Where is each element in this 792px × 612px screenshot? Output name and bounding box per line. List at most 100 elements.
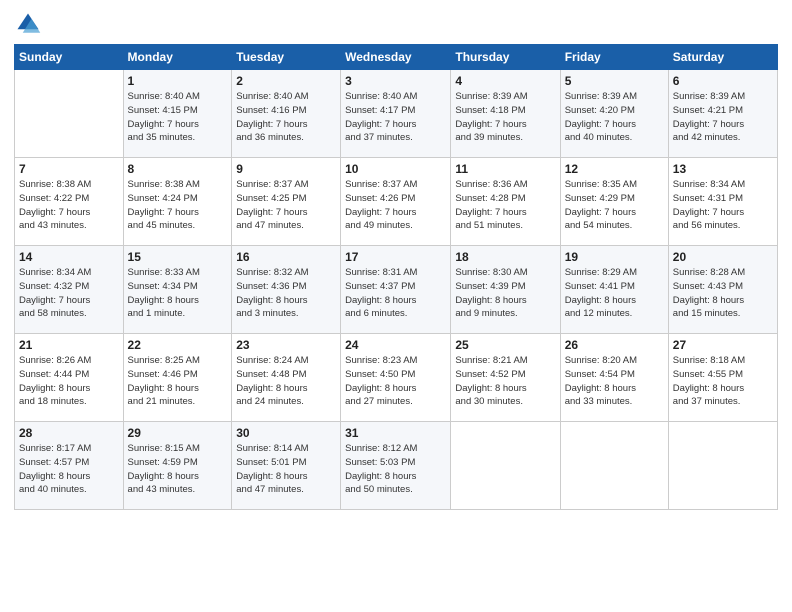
day-cell: 13 Sunrise: 8:34 AMSunset: 4:31 PMDayligh… [668,158,777,246]
day-info: Sunrise: 8:37 AMSunset: 4:26 PMDaylight:… [345,178,446,233]
day-number: 14 [19,250,119,264]
day-cell: 2 Sunrise: 8:40 AMSunset: 4:16 PMDaylight… [232,70,341,158]
day-number: 26 [565,338,664,352]
header [14,10,778,38]
header-cell-friday: Friday [560,45,668,70]
week-row-3: 21Sunrise: 8:26 AMSunset: 4:44 PMDayligh… [15,334,778,422]
day-info: Sunrise: 8:18 AMSunset: 4:55 PMDaylight:… [673,354,773,409]
day-cell: 18Sunrise: 8:30 AMSunset: 4:39 PMDayligh… [451,246,560,334]
day-info: Sunrise: 8:34 AMSunset: 4:31 PMDaylight:… [673,178,773,233]
day-cell [560,422,668,510]
day-info: Sunrise: 8:25 AMSunset: 4:46 PMDaylight:… [128,354,228,409]
day-number: 3 [345,74,446,88]
day-cell: 16 Sunrise: 8:32 AMSunset: 4:36 PMDayligh… [232,246,341,334]
day-info: Sunrise: 8:21 AMSunset: 4:52 PMDaylight:… [455,354,555,409]
day-info: Sunrise: 8:36 AMSunset: 4:28 PMDaylight:… [455,178,555,233]
day-number: 13 [673,162,773,176]
day-number: 10 [345,162,446,176]
day-cell: 6 Sunrise: 8:39 AMSunset: 4:21 PMDaylight… [668,70,777,158]
day-info: Sunrise: 8:14 AMSunset: 5:01 PMDaylight:… [236,442,336,497]
day-cell: 15 Sunrise: 8:33 AMSunset: 4:34 PMDayligh… [123,246,232,334]
day-number: 31 [345,426,446,440]
week-row-1: 7 Sunrise: 8:38 AMSunset: 4:22 PMDaylight… [15,158,778,246]
day-number: 16 [236,250,336,264]
day-cell: 11 Sunrise: 8:36 AMSunset: 4:28 PMDayligh… [451,158,560,246]
day-cell: 19 Sunrise: 8:29 AMSunset: 4:41 PMDayligh… [560,246,668,334]
day-number: 20 [673,250,773,264]
week-row-0: 1 Sunrise: 8:40 AMSunset: 4:15 PMDaylight… [15,70,778,158]
header-cell-wednesday: Wednesday [341,45,451,70]
header-cell-saturday: Saturday [668,45,777,70]
day-info: Sunrise: 8:39 AMSunset: 4:18 PMDaylight:… [455,90,555,145]
day-cell: 9Sunrise: 8:37 AMSunset: 4:25 PMDaylight… [232,158,341,246]
day-cell: 7 Sunrise: 8:38 AMSunset: 4:22 PMDaylight… [15,158,124,246]
day-info: Sunrise: 8:33 AMSunset: 4:34 PMDaylight:… [128,266,228,321]
day-number: 1 [128,74,228,88]
week-row-4: 28 Sunrise: 8:17 AMSunset: 4:57 PMDayligh… [15,422,778,510]
day-info: Sunrise: 8:12 AMSunset: 5:03 PMDaylight:… [345,442,446,497]
day-number: 17 [345,250,446,264]
day-number: 5 [565,74,664,88]
day-number: 28 [19,426,119,440]
day-number: 4 [455,74,555,88]
day-cell: 27 Sunrise: 8:18 AMSunset: 4:55 PMDayligh… [668,334,777,422]
day-number: 24 [345,338,446,352]
day-cell [451,422,560,510]
day-cell: 29Sunrise: 8:15 AMSunset: 4:59 PMDayligh… [123,422,232,510]
day-cell: 17 Sunrise: 8:31 AMSunset: 4:37 PMDayligh… [341,246,451,334]
logo [14,10,46,38]
day-cell [15,70,124,158]
day-number: 27 [673,338,773,352]
day-number: 25 [455,338,555,352]
day-number: 12 [565,162,664,176]
day-info: Sunrise: 8:40 AMSunset: 4:17 PMDaylight:… [345,90,446,145]
day-cell: 26Sunrise: 8:20 AMSunset: 4:54 PMDayligh… [560,334,668,422]
day-info: Sunrise: 8:31 AMSunset: 4:37 PMDaylight:… [345,266,446,321]
day-number: 8 [128,162,228,176]
day-number: 30 [236,426,336,440]
day-info: Sunrise: 8:30 AMSunset: 4:39 PMDaylight:… [455,266,555,321]
day-number: 2 [236,74,336,88]
day-info: Sunrise: 8:40 AMSunset: 4:16 PMDaylight:… [236,90,336,145]
day-number: 23 [236,338,336,352]
day-cell: 10 Sunrise: 8:37 AMSunset: 4:26 PMDayligh… [341,158,451,246]
day-number: 11 [455,162,555,176]
header-cell-monday: Monday [123,45,232,70]
day-info: Sunrise: 8:24 AMSunset: 4:48 PMDaylight:… [236,354,336,409]
day-cell: 22Sunrise: 8:25 AMSunset: 4:46 PMDayligh… [123,334,232,422]
day-cell: 23 Sunrise: 8:24 AMSunset: 4:48 PMDayligh… [232,334,341,422]
week-row-2: 14 Sunrise: 8:34 AMSunset: 4:32 PMDayligh… [15,246,778,334]
day-info: Sunrise: 8:15 AMSunset: 4:59 PMDaylight:… [128,442,228,497]
day-number: 21 [19,338,119,352]
day-number: 19 [565,250,664,264]
day-cell: 4 Sunrise: 8:39 AMSunset: 4:18 PMDaylight… [451,70,560,158]
day-info: Sunrise: 8:34 AMSunset: 4:32 PMDaylight:… [19,266,119,321]
day-cell: 24Sunrise: 8:23 AMSunset: 4:50 PMDayligh… [341,334,451,422]
day-cell: 21Sunrise: 8:26 AMSunset: 4:44 PMDayligh… [15,334,124,422]
day-info: Sunrise: 8:38 AMSunset: 4:22 PMDaylight:… [19,178,119,233]
day-info: Sunrise: 8:40 AMSunset: 4:15 PMDaylight:… [128,90,228,145]
day-info: Sunrise: 8:39 AMSunset: 4:20 PMDaylight:… [565,90,664,145]
calendar-container: SundayMondayTuesdayWednesdayThursdayFrid… [0,0,792,612]
header-cell-sunday: Sunday [15,45,124,70]
day-info: Sunrise: 8:39 AMSunset: 4:21 PMDaylight:… [673,90,773,145]
day-number: 15 [128,250,228,264]
day-number: 6 [673,74,773,88]
day-info: Sunrise: 8:35 AMSunset: 4:29 PMDaylight:… [565,178,664,233]
day-cell: 3 Sunrise: 8:40 AMSunset: 4:17 PMDaylight… [341,70,451,158]
day-cell: 8 Sunrise: 8:38 AMSunset: 4:24 PMDaylight… [123,158,232,246]
day-cell: 31 Sunrise: 8:12 AMSunset: 5:03 PMDayligh… [341,422,451,510]
day-info: Sunrise: 8:17 AMSunset: 4:57 PMDaylight:… [19,442,119,497]
day-info: Sunrise: 8:32 AMSunset: 4:36 PMDaylight:… [236,266,336,321]
calendar-table: SundayMondayTuesdayWednesdayThursdayFrid… [14,44,778,510]
day-cell: 28 Sunrise: 8:17 AMSunset: 4:57 PMDayligh… [15,422,124,510]
logo-icon [14,10,42,38]
day-number: 7 [19,162,119,176]
day-cell: 30 Sunrise: 8:14 AMSunset: 5:01 PMDayligh… [232,422,341,510]
day-cell [668,422,777,510]
day-info: Sunrise: 8:38 AMSunset: 4:24 PMDaylight:… [128,178,228,233]
day-cell: 12 Sunrise: 8:35 AMSunset: 4:29 PMDayligh… [560,158,668,246]
day-info: Sunrise: 8:29 AMSunset: 4:41 PMDaylight:… [565,266,664,321]
day-cell: 25 Sunrise: 8:21 AMSunset: 4:52 PMDayligh… [451,334,560,422]
day-cell: 1 Sunrise: 8:40 AMSunset: 4:15 PMDaylight… [123,70,232,158]
